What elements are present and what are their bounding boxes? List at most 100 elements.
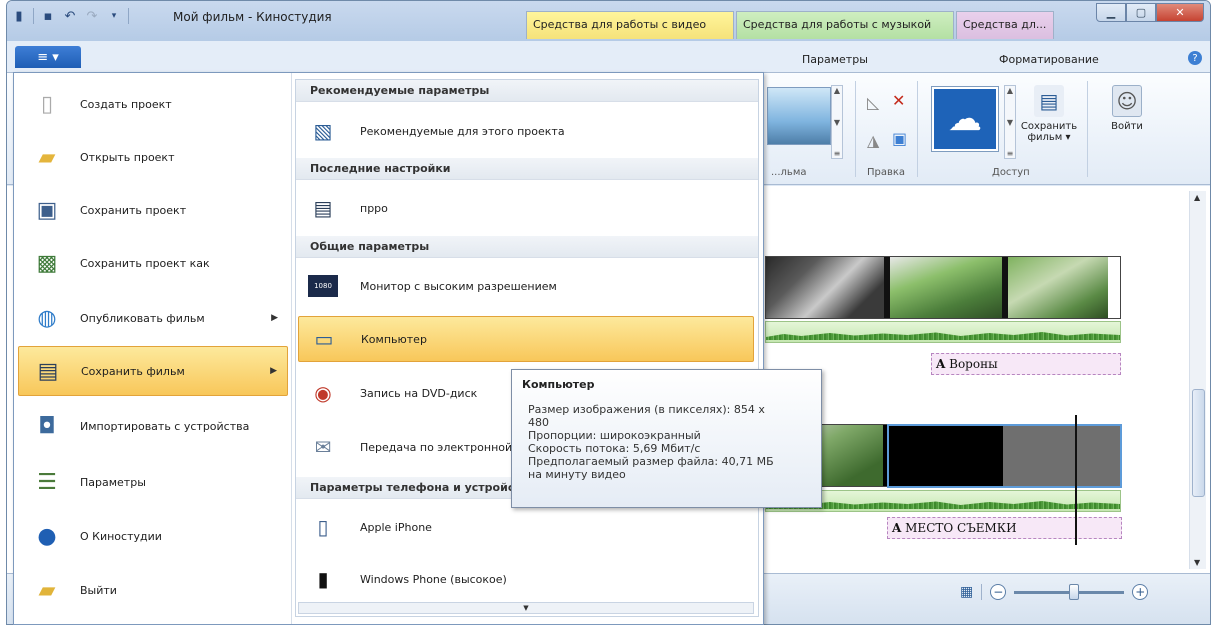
maximize-icon[interactable]: ▢ <box>1126 3 1156 22</box>
timeline-scrollbar[interactable]: ▲ ▼ <box>1189 191 1206 569</box>
menu-item-publish-movie[interactable]: ◍ Опубликовать фильм ▶ <box>18 293 288 343</box>
submenu-scroll-down-icon[interactable]: ▼ <box>298 602 754 614</box>
menu-item-open-project[interactable]: ▰ Открыть проект <box>18 132 288 182</box>
submenu-item-iphone[interactable]: ▯ Apple iPhone <box>298 504 754 550</box>
submenu-item-recommended[interactable]: ▧ Рекомендуемые для этого проекта <box>298 108 754 154</box>
file-menu: ▯ Создать проект ▰ Открыть проект ▣ Сохр… <box>13 72 764 625</box>
scroll-down-icon[interactable]: ▼ <box>1194 558 1200 567</box>
trim-icon[interactable]: ◺ <box>867 93 879 112</box>
tooltip-line: Размер изображения (в пикселях): 854 x <box>528 403 765 416</box>
section-header-recommended: Рекомендуемые параметры <box>296 80 758 102</box>
minimize-icon[interactable]: ▁ <box>1096 3 1126 22</box>
gallery-scroll[interactable]: ▲ ▼ ≡ <box>831 85 843 159</box>
share-gallery-scroll[interactable]: ▲ ▼ ≡ <box>1004 85 1016 159</box>
zoom-slider-thumb[interactable] <box>1069 583 1080 600</box>
menu-item-exit[interactable]: ▰ Выйти <box>18 565 288 615</box>
submenu-arrow-icon: ▶ <box>270 366 277 376</box>
caption-location[interactable]: A МЕСТО СЪЕМКИ <box>887 517 1122 539</box>
menu-item-save-movie[interactable]: ▤ Сохранить фильм ▶ <box>18 346 288 396</box>
context-tab-text-tools[interactable]: Средства дл... <box>956 11 1054 39</box>
menu-item-import-device[interactable]: ◘ Импортировать с устройства <box>18 401 288 451</box>
rotate-icon[interactable]: ◮ <box>867 131 879 150</box>
submenu-item-windows-phone[interactable]: ▮ Windows Phone (высокое) <box>298 556 754 602</box>
clip-frame <box>890 257 1002 318</box>
tooltip-line: 480 <box>528 416 549 429</box>
dvd-disc-icon: ◉ <box>314 381 332 405</box>
zoom-controls: ▦ − + <box>960 583 1149 600</box>
group-label-movie: ...льма <box>771 167 807 178</box>
computer-icon: ▭ <box>314 327 334 351</box>
submenu-item-computer[interactable]: ▭ Компьютер <box>298 316 754 362</box>
zoom-slider[interactable] <box>1014 583 1125 600</box>
save-movie-ribbon-button[interactable]: ▤ Сохранить фильм ▾ <box>1019 85 1079 143</box>
group-label-edit: Правка <box>867 167 906 178</box>
redo-icon[interactable]: ↷ <box>84 8 100 24</box>
video-clip-row-1[interactable] <box>765 256 1121 319</box>
submenu-arrow-icon: ▶ <box>271 313 278 323</box>
tooltip-line: на минуту видео <box>528 468 626 481</box>
open-folder-icon: ▰ <box>38 144 56 170</box>
customize-qat-icon[interactable]: ▾ <box>106 8 122 24</box>
submenu-item-hd-monitor[interactable]: 1080 Монитор с высоким разрешением <box>298 263 754 309</box>
undo-icon[interactable]: ↶ <box>62 8 78 24</box>
caption-crows[interactable]: A Вороны <box>931 353 1121 375</box>
menu-item-about[interactable]: ● О Киностудии <box>18 511 288 561</box>
email-icon: ✉ <box>314 435 332 459</box>
scroll-thumb[interactable] <box>1192 389 1205 497</box>
user-icon: ☺ <box>1112 85 1142 117</box>
save-icon[interactable]: ▪ <box>40 8 56 24</box>
playhead[interactable] <box>1075 415 1077 545</box>
tab-parameters[interactable]: Параметры <box>802 53 868 66</box>
tooltip-line: Скорость потока: 5,69 Мбит/с <box>528 442 701 455</box>
delete-icon[interactable]: ✕ <box>892 91 905 110</box>
file-menu-button[interactable]: ≡ ▾ <box>15 46 81 68</box>
globe-icon: ◍ <box>37 305 57 331</box>
window-title: Мой фильм - Киностудия <box>173 10 332 24</box>
clip-frame <box>766 257 884 318</box>
onedrive-icon[interactable]: ☁ <box>931 86 999 152</box>
scroll-up-icon[interactable]: ▲ <box>1194 193 1200 202</box>
select-all-icon[interactable]: ▣ <box>892 129 907 148</box>
menu-item-save-project[interactable]: ▣ Сохранить проект <box>18 185 288 235</box>
theme-gallery-thumbnail[interactable] <box>767 87 831 145</box>
context-tab-music-tools[interactable]: Средства для работы с музыкой <box>736 11 954 39</box>
section-header-recent: Последние настройки <box>296 158 758 180</box>
submenu-item-recent-preset[interactable]: ▤ пpро <box>298 185 754 231</box>
film-save-icon: ▤ <box>37 358 59 384</box>
hd-monitor-icon: 1080 <box>308 275 338 297</box>
menu-item-options[interactable]: ☰ Параметры <box>18 457 288 507</box>
options-icon: ☰ <box>37 469 57 495</box>
tab-formatting[interactable]: Форматирование <box>999 53 1099 66</box>
tooltip-title: Компьютер <box>522 378 595 391</box>
new-project-icon: ▯ <box>40 91 54 117</box>
group-label-share: Доступ <box>992 167 1030 178</box>
clip-frame <box>1008 257 1108 318</box>
help-icon[interactable]: ? <box>1188 51 1202 65</box>
film-save-icon: ▤ <box>1034 85 1064 117</box>
quick-access-toolbar: ▮ ▪ ↶ ↷ ▾ <box>11 8 129 24</box>
selected-clip-outline <box>887 424 1122 488</box>
floppy-disk-icon: ▣ <box>36 197 58 223</box>
signin-button[interactable]: ☺ Войти <box>1103 85 1151 132</box>
windows-phone-icon: ▮ <box>317 567 329 591</box>
film-preset-icon: ▤ <box>313 196 333 220</box>
zoom-out-icon[interactable]: − <box>990 584 1007 600</box>
tooltip-line: Пропорции: широкоэкранный <box>528 429 701 442</box>
save-movie-submenu: Рекомендуемые параметры ▧ Рекомендуемые … <box>295 79 759 617</box>
info-icon: ● <box>37 523 57 549</box>
storyboard-view-icon[interactable]: ▦ <box>960 584 973 600</box>
iphone-icon: ▯ <box>317 515 329 539</box>
section-header-common: Общие параметры <box>296 236 758 258</box>
app-icon[interactable]: ▮ <box>11 8 27 24</box>
camera-import-icon: ◘ <box>38 413 56 439</box>
file-menu-commands: ▯ Создать проект ▰ Открыть проект ▣ Сохр… <box>14 73 292 624</box>
computer-preset-tooltip: Компьютер Размер изображения (в пикселях… <box>511 369 822 508</box>
window-controls: ▁ ▢ ✕ <box>1096 3 1204 22</box>
close-icon[interactable]: ✕ <box>1156 3 1204 22</box>
film-settings-icon: ▧ <box>313 119 333 143</box>
music-track-1[interactable] <box>765 321 1121 343</box>
zoom-in-icon[interactable]: + <box>1132 584 1149 600</box>
menu-item-new-project[interactable]: ▯ Создать проект <box>18 79 288 129</box>
context-tab-video-tools[interactable]: Средства для работы с видео <box>526 11 734 39</box>
menu-item-save-project-as[interactable]: ▩ Сохранить проект как <box>18 238 288 288</box>
